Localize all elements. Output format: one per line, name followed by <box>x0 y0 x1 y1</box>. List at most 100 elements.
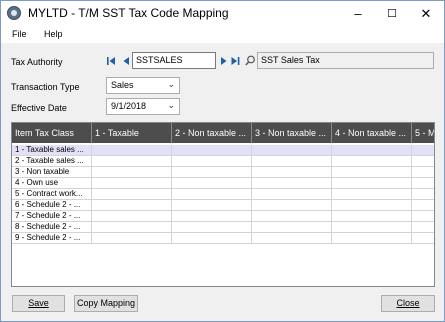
mapping-cell[interactable] <box>92 211 172 222</box>
mapping-cell[interactable] <box>252 156 332 167</box>
mapping-cell[interactable] <box>172 167 252 178</box>
mapping-cell[interactable] <box>252 189 332 200</box>
mapping-cell[interactable] <box>92 145 172 156</box>
item-tax-class-cell[interactable]: 6 - Schedule 2 - ... <box>12 200 92 211</box>
previous-record-icon[interactable] <box>122 56 130 66</box>
mapping-cell[interactable] <box>332 211 412 222</box>
column-header-1[interactable]: 1 - Taxable <box>92 123 172 143</box>
minimize-button[interactable]: – <box>340 1 376 26</box>
last-record-icon[interactable] <box>231 56 240 66</box>
table-row[interactable]: 7 - Schedule 2 - ... <box>12 211 434 222</box>
item-tax-class-cell[interactable]: 1 - Taxable sales ... <box>12 145 92 156</box>
mapping-cell[interactable] <box>92 222 172 233</box>
mapping-cell[interactable] <box>172 222 252 233</box>
tax-authority-input[interactable]: SSTSALES <box>132 52 216 69</box>
table-row[interactable]: 3 - Non taxable <box>12 167 434 178</box>
mapping-cell[interactable] <box>172 211 252 222</box>
item-tax-class-cell[interactable]: 5 - Contract work... <box>12 189 92 200</box>
mapping-cell[interactable] <box>252 211 332 222</box>
column-header-5[interactable]: 5 - M <box>412 123 434 143</box>
title-bar: MYLTD - T/M SST Tax Code Mapping – ☐ ✕ <box>1 1 444 26</box>
first-record-icon[interactable] <box>107 56 116 66</box>
effective-date-select[interactable]: 9/1/2018 ⌄ <box>106 98 180 115</box>
mapping-cell[interactable] <box>172 156 252 167</box>
mapping-cell[interactable] <box>92 200 172 211</box>
save-button[interactable]: Save <box>12 295 65 312</box>
mapping-cell[interactable] <box>332 167 412 178</box>
mapping-cell[interactable] <box>92 233 172 244</box>
tax-authority-description: SST Sales Tax <box>257 52 434 69</box>
maximize-button[interactable]: ☐ <box>374 1 410 26</box>
table-row[interactable]: 6 - Schedule 2 - ... <box>12 200 434 211</box>
mapping-cell[interactable] <box>92 156 172 167</box>
item-tax-class-cell[interactable]: 4 - Own use <box>12 178 92 189</box>
item-tax-class-cell[interactable]: 3 - Non taxable <box>12 167 92 178</box>
mapping-cell[interactable] <box>412 189 434 200</box>
mapping-cell[interactable] <box>252 145 332 156</box>
mapping-cell[interactable] <box>332 178 412 189</box>
next-record-icon[interactable] <box>220 56 228 66</box>
mapping-cell[interactable] <box>252 233 332 244</box>
grid-header: Item Tax Class 1 - Taxable 2 - Non taxab… <box>12 123 434 143</box>
mapping-cell[interactable] <box>412 145 434 156</box>
item-tax-class-cell[interactable]: 7 - Schedule 2 - ... <box>12 211 92 222</box>
mapping-cell[interactable] <box>172 233 252 244</box>
mapping-cell[interactable] <box>92 167 172 178</box>
mapping-cell[interactable] <box>172 145 252 156</box>
mapping-cell[interactable] <box>172 178 252 189</box>
column-header-item-tax-class[interactable]: Item Tax Class <box>12 123 92 143</box>
effective-date-label: Effective Date <box>11 103 67 113</box>
mapping-cell[interactable] <box>252 200 332 211</box>
transaction-type-value: Sales <box>111 80 134 90</box>
column-header-3[interactable]: 3 - Non taxable ... <box>252 123 332 143</box>
mapping-cell[interactable] <box>332 222 412 233</box>
mapping-cell[interactable] <box>332 189 412 200</box>
mapping-cell[interactable] <box>332 156 412 167</box>
mapping-cell[interactable] <box>252 178 332 189</box>
save-button-label: Save <box>28 298 49 308</box>
effective-date-value: 9/1/2018 <box>111 101 147 111</box>
mapping-cell[interactable] <box>92 189 172 200</box>
mapping-grid[interactable]: Item Tax Class 1 - Taxable 2 - Non taxab… <box>11 122 435 287</box>
item-tax-class-cell[interactable]: 2 - Taxable sales ... <box>12 156 92 167</box>
transaction-type-select[interactable]: Sales ⌄ <box>106 77 180 94</box>
close-button-label: Close <box>396 298 420 308</box>
mapping-cell[interactable] <box>412 233 434 244</box>
transaction-type-label: Transaction Type <box>11 82 80 92</box>
column-header-2[interactable]: 2 - Non taxable ... <box>172 123 252 143</box>
mapping-cell[interactable] <box>412 200 434 211</box>
table-row[interactable]: 9 - Schedule 2 - ... <box>12 233 434 244</box>
table-row[interactable]: 4 - Own use <box>12 178 434 189</box>
table-row[interactable]: 1 - Taxable sales ... <box>12 145 434 156</box>
mapping-cell[interactable] <box>252 167 332 178</box>
mapping-cell[interactable] <box>412 222 434 233</box>
app-icon <box>7 6 21 20</box>
mapping-cell[interactable] <box>332 200 412 211</box>
mapping-cell[interactable] <box>252 222 332 233</box>
table-row[interactable]: 5 - Contract work... <box>12 189 434 200</box>
mapping-cell[interactable] <box>412 211 434 222</box>
chevron-down-icon: ⌄ <box>167 79 175 89</box>
menu-help[interactable]: Help <box>44 29 63 39</box>
mapping-cell[interactable] <box>92 178 172 189</box>
main-window: MYLTD - T/M SST Tax Code Mapping – ☐ ✕ F… <box>0 0 445 322</box>
item-tax-class-cell[interactable]: 8 - Schedule 2 - ... <box>12 222 92 233</box>
mapping-cell[interactable] <box>172 200 252 211</box>
mapping-cell[interactable] <box>412 167 434 178</box>
close-window-button[interactable]: ✕ <box>408 1 444 26</box>
menu-file[interactable]: File <box>12 29 27 39</box>
table-row[interactable]: 2 - Taxable sales ... <box>12 156 434 167</box>
mapping-cell[interactable] <box>332 145 412 156</box>
window-title: MYLTD - T/M SST Tax Code Mapping <box>28 6 229 20</box>
column-header-4[interactable]: 4 - Non taxable ... <box>332 123 412 143</box>
search-icon[interactable] <box>245 55 256 66</box>
mapping-cell[interactable] <box>172 189 252 200</box>
mapping-cell[interactable] <box>412 178 434 189</box>
item-tax-class-cell[interactable]: 9 - Schedule 2 - ... <box>12 233 92 244</box>
copy-mapping-button[interactable]: Copy Mapping <box>74 295 138 312</box>
tax-authority-label: Tax Authority <box>11 57 63 67</box>
table-row[interactable]: 8 - Schedule 2 - ... <box>12 222 434 233</box>
mapping-cell[interactable] <box>332 233 412 244</box>
mapping-cell[interactable] <box>412 156 434 167</box>
close-button[interactable]: Close <box>381 295 435 312</box>
